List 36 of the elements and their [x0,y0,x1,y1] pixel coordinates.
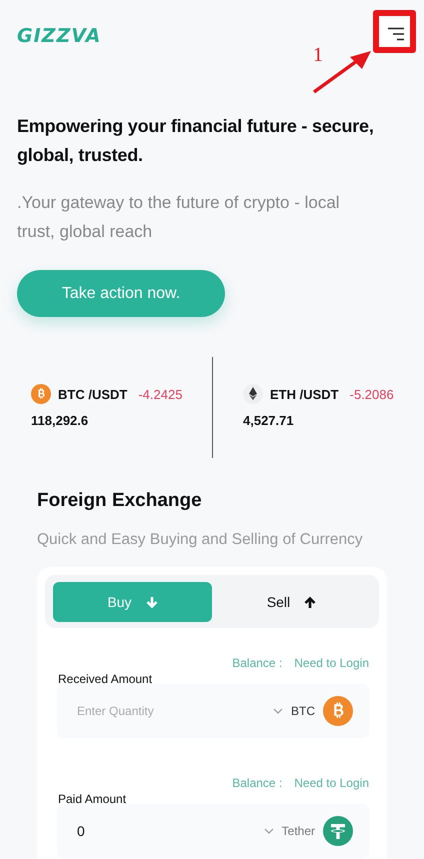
price-change: -4.2425 [138,386,182,402]
price: 4,527.71 [243,413,295,428]
login-link[interactable]: Need to Login [294,776,369,790]
pair-label: ETH /USDT [270,386,339,402]
currency-select[interactable]: BTC [273,696,353,726]
amount-field[interactable]: 0 [77,823,264,839]
highlight-frame [373,10,416,53]
bitcoin-icon [31,384,51,404]
field-label: Received Amount [57,672,154,686]
menu-icon [386,27,406,41]
balance-label: Balance : [232,776,282,790]
section-title: Foreign Exchange [37,490,203,512]
action-button[interactable]: Take action now. [17,270,225,317]
tether-icon [323,816,353,846]
price-change: -5.2086 [350,386,394,402]
tab[interactable]: Sell [212,582,371,622]
menu-button[interactable] [381,19,411,49]
bitcoin-icon [323,696,353,726]
chevron-down-icon [264,828,274,834]
logo[interactable]: GIZZVA [17,25,102,47]
amount-field[interactable]: Enter Quantity [77,704,273,718]
section-subtitle: Quick and Easy Buying and Selling of Currency [37,531,364,549]
login-link[interactable]: Need to Login [294,656,369,670]
balance-label: Balance : [232,656,282,670]
chevron-down-icon [273,708,283,714]
up-arrow-icon [304,596,316,608]
field-label: Paid Amount [57,792,128,806]
headline: Empowering your financial future - secure, global, trusted. [17,115,375,167]
tab[interactable]: Buy [53,582,212,622]
currency-select[interactable]: Tether [264,816,353,846]
ethereum-icon [243,384,263,404]
annotation-number: 1 [313,44,323,67]
down-arrow-icon [146,596,158,608]
tagline: .Your gateway to the future of crypto - local trust, global reach [17,192,341,243]
pair-label: BTC /USDT [58,386,128,402]
price: 118,292.6 [31,413,90,428]
